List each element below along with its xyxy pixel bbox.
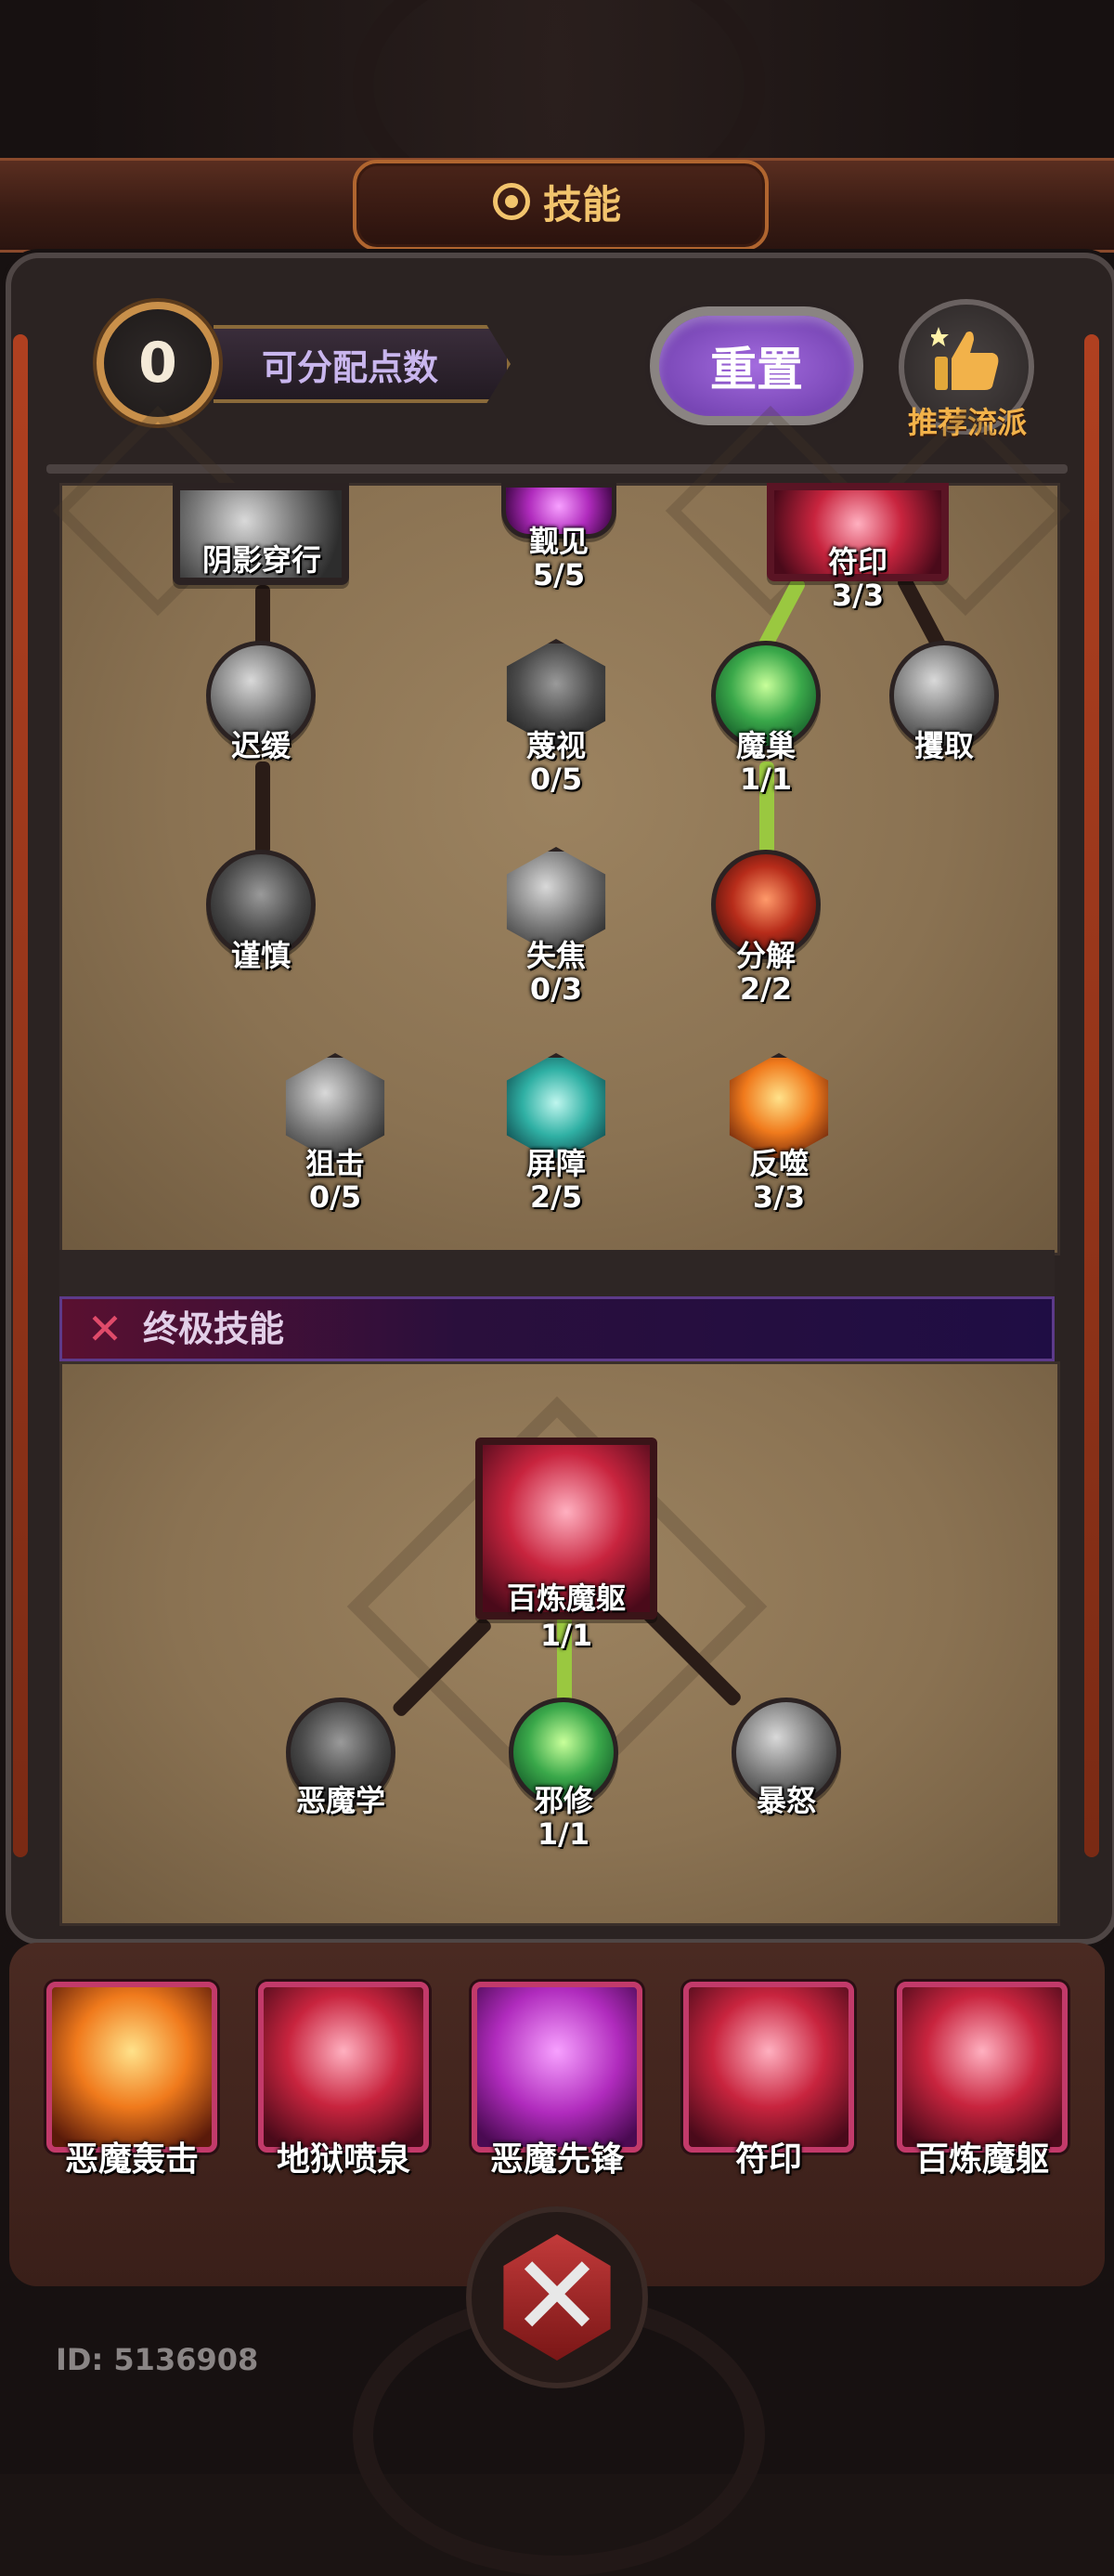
skill-label: 攫取 [913,728,974,763]
demon-body-icon[interactable] [897,1982,1068,2153]
crossed-swords-icon: ✕ [86,1304,123,1354]
skill-label: 反噬 [748,1146,809,1181]
skill-label: 觐见 [528,524,589,559]
frame-left-rail [13,334,28,1857]
equipped-skill-label: 恶魔先锋 [489,2140,624,2179]
skill-label: 魔巢 [735,728,796,763]
section-divider [59,1250,1055,1296]
skill-label: 狙击 [304,1146,365,1181]
skill-label: 百炼魔躯 [506,1581,626,1616]
demon-blast-icon[interactable] [46,1982,217,2153]
skill-label: 恶魔学 [295,1783,385,1818]
skill-label: 蔑视 [525,728,586,763]
frame-right-rail [1084,334,1099,1857]
equipped-skill-label: 符印 [734,2140,802,2179]
user-id: ID: 5136908 [56,2342,259,2377]
demon-vanguard-icon[interactable] [472,1982,642,2153]
equipped-skill-label: 恶魔轰击 [64,2140,199,2179]
skill-label: 阴影穿行 [201,542,321,578]
skill-label: 迟缓 [230,728,291,763]
hell-fountain-icon[interactable] [258,1982,429,2153]
skill-label: 谨慎 [230,938,291,973]
skill-count: 3/3 [831,578,885,613]
ultimate-section-title: 终极技能 [143,1308,285,1349]
skill-label: 屏障 [525,1146,586,1181]
page-title: 技能 [353,160,761,243]
equipped-skill-label: 百炼魔躯 [914,2140,1049,2179]
skill-label: 失焦 [525,938,586,973]
skill-label: 符印 [827,544,887,579]
skill-count: 1/1 [537,1816,590,1852]
skill-label: 暴怒 [756,1783,816,1818]
skill-count: 0/5 [308,1179,362,1215]
skill-count: 3/3 [752,1179,806,1215]
thumbs-up-icon [931,327,999,390]
skill-label: 分解 [735,938,796,973]
reset-button[interactable]: 重置 [650,306,863,425]
skill-count: 0/3 [529,971,583,1007]
skill-emblem-icon [492,183,530,220]
skill-count: 5/5 [532,557,586,592]
equipped-skill-label: 地狱喷泉 [276,2140,410,2179]
skill-label: 邪修 [533,1783,593,1818]
available-points-label: 可分配点数 [214,325,511,403]
tree-connector [255,761,270,854]
page-title-text: 技能 [542,181,621,228]
skill-count: 2/2 [739,971,793,1007]
skill-count: 2/5 [529,1179,583,1215]
skill-count: 1/1 [539,1618,593,1653]
close-icon[interactable]: ✕ [498,2234,616,2361]
sigil-icon[interactable] [683,1982,854,2153]
skill-count: 1/1 [739,761,793,797]
skill-count: 0/5 [529,761,583,797]
